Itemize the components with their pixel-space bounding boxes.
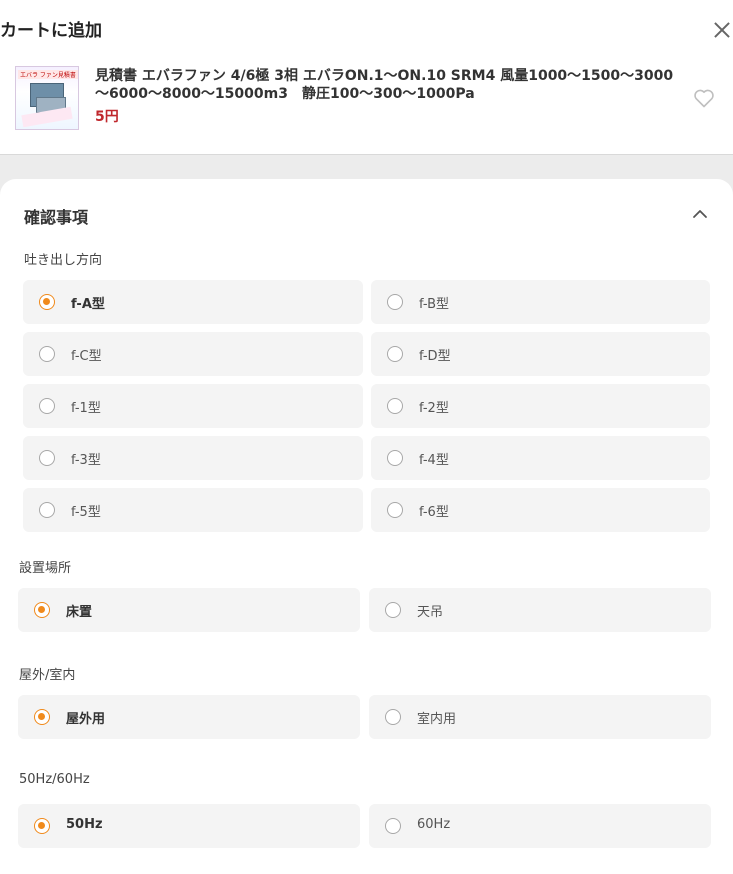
option-label: f-5型 bbox=[71, 505, 101, 520]
option-label: f-C型 bbox=[71, 349, 102, 364]
radio-icon bbox=[39, 346, 55, 362]
radio-icon bbox=[385, 709, 401, 725]
thumbnail-strip bbox=[21, 106, 73, 128]
option-50hz[interactable]: 50Hz bbox=[18, 804, 360, 848]
option-label: f-D型 bbox=[419, 349, 451, 364]
section-title: 確認事項 bbox=[24, 208, 89, 227]
option-indoor[interactable]: 室内用 bbox=[369, 695, 711, 739]
close-icon[interactable] bbox=[710, 18, 733, 42]
option-f-6[interactable]: f-6型 bbox=[371, 488, 710, 532]
option-f-5[interactable]: f-5型 bbox=[23, 488, 363, 532]
radio-icon bbox=[34, 709, 50, 725]
heart-icon[interactable] bbox=[692, 86, 716, 110]
option-label: 50Hz bbox=[66, 817, 103, 832]
option-label: 60Hz bbox=[417, 817, 451, 832]
cart-header: カートに追加 エバラ ファン見積書 見積書 エバラファン 4/6極 3相 エバラ… bbox=[0, 0, 733, 155]
option-f-4[interactable]: f-4型 bbox=[371, 436, 710, 480]
radio-icon bbox=[34, 818, 50, 834]
product-thumbnail: エバラ ファン見積書 bbox=[15, 66, 79, 130]
option-label: 天吊 bbox=[417, 605, 444, 620]
group-label-outdoor-indoor: 屋外/室内 bbox=[19, 668, 76, 683]
product-price: 5円 bbox=[95, 109, 119, 125]
option-label: f-4型 bbox=[419, 453, 449, 468]
radio-icon bbox=[39, 502, 55, 518]
radio-icon bbox=[387, 502, 403, 518]
option-floor[interactable]: 床置 bbox=[18, 588, 360, 632]
radio-icon bbox=[385, 602, 401, 618]
option-60hz[interactable]: 60Hz bbox=[369, 804, 711, 848]
radio-icon bbox=[39, 450, 55, 466]
radio-icon bbox=[387, 398, 403, 414]
option-f-2[interactable]: f-2型 bbox=[371, 384, 710, 428]
radio-icon bbox=[385, 818, 401, 834]
radio-icon bbox=[34, 602, 50, 618]
option-f-b[interactable]: f-B型 bbox=[371, 280, 710, 324]
option-label: f-1型 bbox=[71, 401, 101, 416]
radio-icon bbox=[387, 346, 403, 362]
option-f-c[interactable]: f-C型 bbox=[23, 332, 363, 376]
product-name: 見積書 エバラファン 4/6極 3相 エバラON.1～ON.10 SRM4 風量… bbox=[95, 68, 674, 102]
option-label: f-2型 bbox=[419, 401, 449, 416]
radio-icon bbox=[387, 450, 403, 466]
option-label: f-3型 bbox=[71, 453, 101, 468]
option-f-a[interactable]: f-A型 bbox=[23, 280, 363, 324]
option-f-3[interactable]: f-3型 bbox=[23, 436, 363, 480]
option-label: f-6型 bbox=[419, 505, 449, 520]
option-label: 屋外用 bbox=[66, 712, 106, 727]
option-f-d[interactable]: f-D型 bbox=[371, 332, 710, 376]
group-label-frequency: 50Hz/60Hz bbox=[19, 772, 90, 787]
option-label: f-A型 bbox=[71, 297, 105, 312]
option-label: 床置 bbox=[66, 605, 93, 620]
radio-icon bbox=[387, 294, 403, 310]
option-label: f-B型 bbox=[419, 297, 450, 312]
chevron-up-icon[interactable] bbox=[690, 204, 710, 224]
radio-icon bbox=[39, 398, 55, 414]
option-label: 室内用 bbox=[417, 712, 457, 727]
option-ceiling[interactable]: 天吊 bbox=[369, 588, 711, 632]
thumbnail-label: エバラ ファン見積書 bbox=[18, 70, 78, 79]
group-label-install-location: 設置場所 bbox=[19, 561, 72, 576]
option-f-1[interactable]: f-1型 bbox=[23, 384, 363, 428]
group-label-discharge-direction: 吐き出し方向 bbox=[24, 253, 103, 268]
radio-icon bbox=[39, 294, 55, 310]
option-outdoor[interactable]: 屋外用 bbox=[18, 695, 360, 739]
dialog-title: カートに追加 bbox=[0, 21, 102, 41]
